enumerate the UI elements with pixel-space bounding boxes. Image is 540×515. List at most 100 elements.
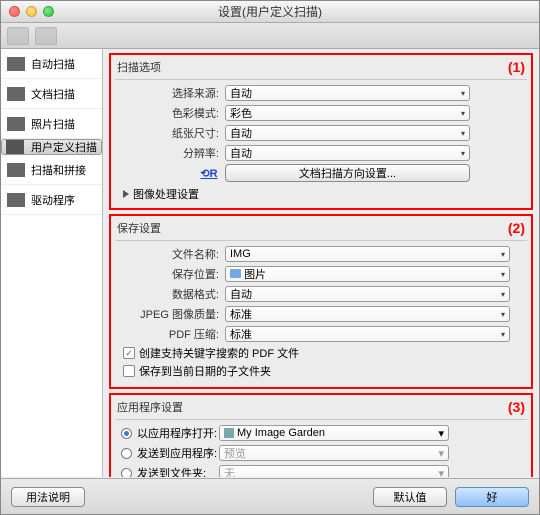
zoom-icon[interactable] xyxy=(43,6,54,17)
settings-window: 设置(用户定义扫描) 自动扫描 文档扫描 照片扫描 用户定义扫描 扫描和拼接 驱… xyxy=(0,0,540,515)
chevron-updown-icon: ▾ xyxy=(461,89,465,98)
send-app-label: 发送到应用程序: xyxy=(137,445,217,461)
main-panel: (1) 扫描选项 选择来源:自动▾ 色彩模式:彩色▾ 纸张尺寸:自动▾ 分辨率:… xyxy=(103,49,539,477)
resolution-select[interactable]: 自动 ▾ xyxy=(225,145,470,161)
sidebar-item-label: 自动扫描 xyxy=(31,56,75,72)
group-marker-3: (3) xyxy=(508,399,525,415)
chevron-updown-icon: ▾ xyxy=(501,290,505,299)
source-select[interactable]: 自动 ▾ xyxy=(225,85,470,101)
color-value: 彩色 xyxy=(230,105,252,121)
defaults-button[interactable]: 默认值 xyxy=(373,487,447,507)
toolbar-icon-2[interactable] xyxy=(35,27,57,45)
jpeg-select[interactable]: 标准 ▾ xyxy=(225,306,510,322)
chevron-updown-icon: ▾ xyxy=(438,467,444,478)
location-value: 图片 xyxy=(230,266,266,282)
document-scan-icon xyxy=(7,87,25,101)
radio-open-with[interactable] xyxy=(121,428,132,439)
content: 自动扫描 文档扫描 照片扫描 用户定义扫描 扫描和拼接 驱动程序 (1) 扫描选… xyxy=(1,49,539,477)
filename-label: 文件名称: xyxy=(115,246,225,262)
send-folder-label: 发送到文件夹: xyxy=(137,465,206,477)
custom-scan-icon xyxy=(6,140,24,154)
date-subfolder-checkbox[interactable]: 保存到当前日期的子文件夹 xyxy=(123,363,527,379)
ok-label: 好 xyxy=(487,489,498,505)
disclosure-triangle-icon xyxy=(123,190,129,198)
rotate-icon-cell: ⟲R xyxy=(115,167,225,180)
resolution-value: 自动 xyxy=(230,145,252,161)
window-title: 设置(用户定义扫描) xyxy=(1,3,539,20)
radio-send-app[interactable] xyxy=(121,448,132,459)
format-label: 数据格式: xyxy=(115,286,225,302)
resolution-label: 分辨率: xyxy=(115,145,225,161)
save-settings-title: 保存设置 xyxy=(115,218,527,241)
open-with-select[interactable]: My Image Garden ▾ xyxy=(219,425,449,441)
location-label: 保存位置: xyxy=(115,266,225,282)
jpeg-value: 标准 xyxy=(230,306,252,322)
group-marker-2: (2) xyxy=(508,220,525,236)
sidebar-item-driver[interactable]: 驱动程序 xyxy=(1,185,102,215)
chevron-updown-icon: ▾ xyxy=(501,310,505,319)
stitch-icon xyxy=(7,163,25,177)
ok-button[interactable]: 好 xyxy=(455,487,529,507)
footer: 用法说明 默认值 好 xyxy=(1,478,539,514)
chevron-updown-icon: ▾ xyxy=(438,447,444,460)
driver-icon xyxy=(7,193,25,207)
send-app-value: 预览 xyxy=(224,445,246,461)
color-select[interactable]: 彩色 ▾ xyxy=(225,105,470,121)
sidebar-item-custom-scan[interactable]: 用户定义扫描 xyxy=(1,139,102,155)
app-icon xyxy=(224,428,234,438)
date-subfolder-label: 保存到当前日期的子文件夹 xyxy=(139,363,271,379)
sidebar-item-label: 驱动程序 xyxy=(31,192,75,208)
sidebar: 自动扫描 文档扫描 照片扫描 用户定义扫描 扫描和拼接 驱动程序 xyxy=(1,49,103,477)
auto-scan-icon xyxy=(7,57,25,71)
close-icon[interactable] xyxy=(9,6,20,17)
pdf-value: 标准 xyxy=(230,326,252,342)
send-app-select[interactable]: 预览 ▾ xyxy=(219,445,449,461)
sidebar-item-scan-stitch[interactable]: 扫描和拼接 xyxy=(1,155,102,185)
app-settings-group: (3) 应用程序设置 以应用程序打开: My Image Garden▾ 发送到… xyxy=(109,393,533,477)
checkbox-checked-icon: ✓ xyxy=(123,347,135,359)
image-processing-label: 图像处理设置 xyxy=(133,186,199,202)
send-folder-value: 无 xyxy=(224,465,235,477)
sidebar-item-label: 扫描和拼接 xyxy=(31,162,86,178)
window-controls xyxy=(9,6,54,17)
filename-combo[interactable]: IMG▾ xyxy=(225,246,510,262)
sidebar-item-label: 用户定义扫描 xyxy=(31,139,97,155)
scan-options-title: 扫描选项 xyxy=(115,57,527,80)
pdf-select[interactable]: 标准 ▾ xyxy=(225,326,510,342)
sidebar-item-photo-scan[interactable]: 照片扫描 xyxy=(1,109,102,139)
chevron-updown-icon: ▾ xyxy=(461,109,465,118)
chevron-updown-icon: ▾ xyxy=(438,427,444,440)
format-select[interactable]: 自动 ▾ xyxy=(225,286,510,302)
pdf-keyword-checkbox[interactable]: ✓ 创建支持关键字搜索的 PDF 文件 xyxy=(123,345,527,361)
app-settings-title: 应用程序设置 xyxy=(115,397,527,420)
checkbox-unchecked-icon xyxy=(123,365,135,377)
photo-scan-icon xyxy=(7,117,25,131)
color-label: 色彩模式: xyxy=(115,105,225,121)
orientation-settings-button[interactable]: 文档扫描方向设置... xyxy=(225,164,470,182)
orientation-btn-label: 文档扫描方向设置... xyxy=(299,165,396,181)
sidebar-item-document-scan[interactable]: 文档扫描 xyxy=(1,79,102,109)
instructions-label: 用法说明 xyxy=(26,489,70,505)
chevron-updown-icon: ▾ xyxy=(461,149,465,158)
jpeg-label: JPEG 图像质量: xyxy=(115,306,225,322)
image-processing-disclosure[interactable]: 图像处理设置 xyxy=(123,186,527,202)
chevron-updown-icon: ▾ xyxy=(461,129,465,138)
defaults-label: 默认值 xyxy=(394,489,427,505)
chevron-updown-icon: ▾ xyxy=(501,330,505,339)
location-select[interactable]: 图片▾ xyxy=(225,266,510,282)
save-settings-group: (2) 保存设置 文件名称:IMG▾ 保存位置: 图片▾ 数据格式:自动▾ JP… xyxy=(109,214,533,389)
source-value: 自动 xyxy=(230,85,252,101)
format-value: 自动 xyxy=(230,286,252,302)
filename-value: IMG xyxy=(230,248,251,260)
open-with-value: My Image Garden xyxy=(237,427,325,439)
paper-select[interactable]: 自动 ▾ xyxy=(225,125,470,141)
minimize-icon[interactable] xyxy=(26,6,37,17)
instructions-button[interactable]: 用法说明 xyxy=(11,487,85,507)
pdf-keyword-label: 创建支持关键字搜索的 PDF 文件 xyxy=(139,345,299,361)
source-label: 选择来源: xyxy=(115,85,225,101)
sidebar-item-auto-scan[interactable]: 自动扫描 xyxy=(1,49,102,79)
radio-send-folder[interactable] xyxy=(121,468,132,478)
paper-value: 自动 xyxy=(230,125,252,141)
toolbar-icon-1[interactable] xyxy=(7,27,29,45)
send-folder-select[interactable]: 无▾ xyxy=(219,465,449,477)
